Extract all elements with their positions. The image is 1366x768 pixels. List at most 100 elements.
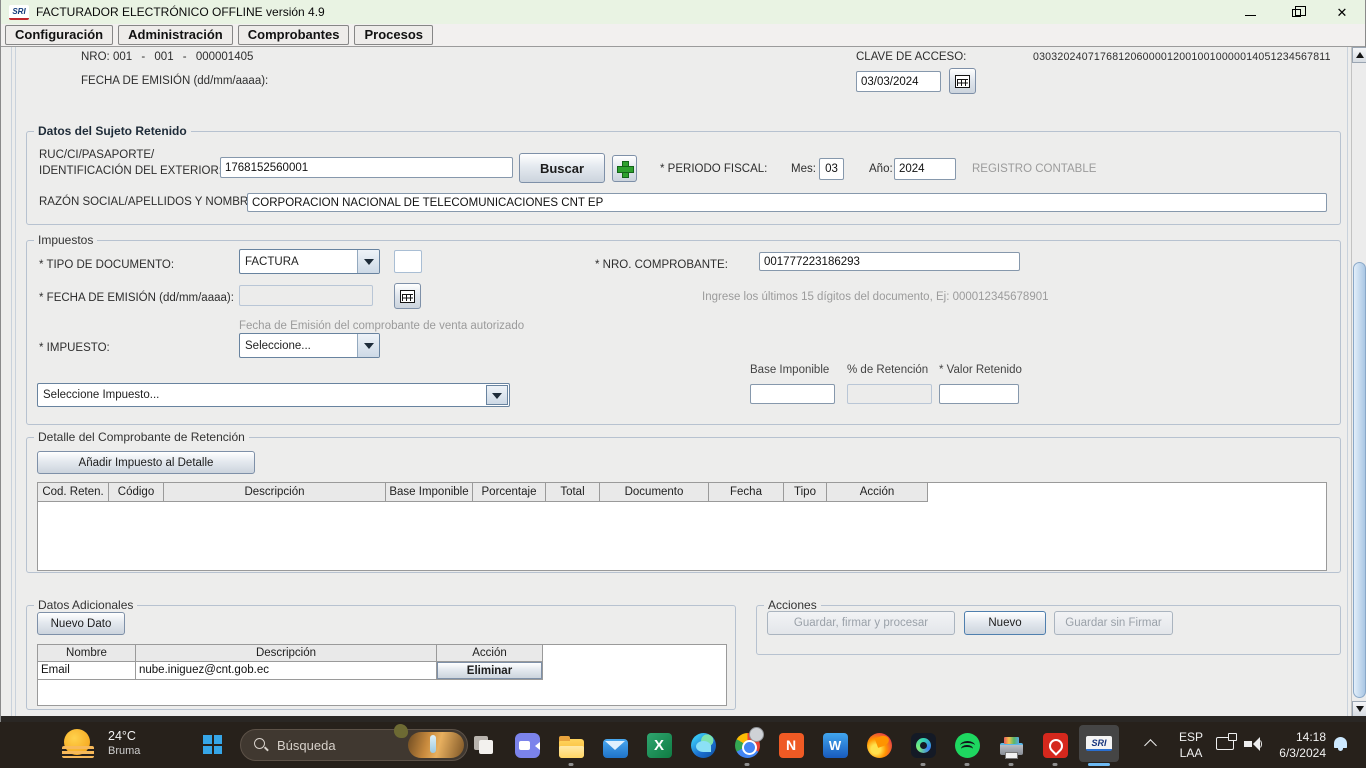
running-indicator (921, 763, 926, 766)
nro-comprobante-input[interactable] (759, 252, 1020, 271)
adicionales-col-descripcion[interactable]: Descripción (136, 645, 437, 662)
network-icon[interactable] (1216, 737, 1234, 750)
mes-input[interactable] (819, 158, 844, 180)
weather-widget[interactable]: 24°C Bruma (60, 726, 140, 762)
detalle-col-tipo[interactable]: Tipo (784, 483, 827, 502)
running-indicator (965, 763, 970, 766)
razon-social-input[interactable] (247, 193, 1327, 212)
group-title: Detalle del Comprobante de Retención (34, 430, 249, 444)
panel-edge-line (11, 47, 12, 716)
detalle-col-fecha[interactable]: Fecha (709, 483, 784, 502)
detalle-col-cod-reten[interactable]: Cod. Reten. (38, 483, 109, 502)
arrow-down-icon (1356, 706, 1364, 716)
clave-acceso-value: 0303202407176812060000120010010000014051… (1033, 51, 1331, 63)
panel-edge-line (15, 47, 16, 716)
notification-bell-icon[interactable] (1334, 737, 1347, 748)
restore-icon (1292, 9, 1301, 17)
calendar-icon (955, 75, 970, 88)
task-view-icon[interactable] (461, 722, 505, 768)
detalle-col-codigo[interactable]: Código (109, 483, 164, 502)
nuevo-dato-button[interactable]: Nuevo Dato (37, 612, 125, 635)
acrobat-glyph (1043, 733, 1068, 758)
sri-icon[interactable]: SRI (1077, 722, 1121, 768)
fecha-emision-input[interactable] (856, 71, 941, 92)
acrobat-icon[interactable] (1033, 722, 1077, 768)
scrollbar-thumb[interactable] (1353, 262, 1366, 698)
file-explorer-icon[interactable] (549, 722, 593, 768)
running-indicator (745, 763, 750, 766)
add-sujeto-button[interactable] (612, 155, 637, 182)
detalle-col-porcentaje[interactable]: Porcentaje (473, 483, 546, 502)
menu-item-procesos[interactable]: Procesos (354, 25, 433, 45)
detalle-col-descripcion[interactable]: Descripción (164, 483, 386, 502)
webex-icon[interactable] (901, 722, 945, 768)
fecha-emision-doc-input (239, 285, 373, 306)
adicionales-col-nombre[interactable]: Nombre (38, 645, 136, 662)
sri-logo-icon: SRI (9, 5, 29, 20)
detalle-col-total[interactable]: Total (546, 483, 600, 502)
scroll-up-button[interactable] (1352, 47, 1366, 63)
vertical-scrollbar[interactable] (1351, 47, 1366, 717)
chrome-icon[interactable] (725, 722, 769, 768)
volume-icon[interactable] (1244, 737, 1260, 751)
spotify-icon[interactable] (945, 722, 989, 768)
detalle-col-base-imponible[interactable]: Base Imponible (386, 483, 473, 502)
anio-input[interactable] (894, 158, 956, 180)
nitro-pdf-icon[interactable] (769, 722, 813, 768)
impuesto-label: * IMPUESTO: (39, 342, 110, 354)
nuevo-button[interactable]: Nuevo (964, 611, 1046, 635)
clock[interactable]: 14:18 6/3/2024 (1266, 729, 1326, 761)
start-button[interactable] (203, 735, 222, 754)
chevron-down-icon (486, 385, 508, 405)
chevron-down-icon (357, 334, 379, 357)
row-nombre[interactable]: Email (38, 662, 136, 680)
detalle-table-header: Cod. Reten.CódigoDescripciónBase Imponib… (38, 483, 1326, 502)
tray-expand-icon[interactable] (1144, 739, 1157, 752)
tipo-documento-select[interactable]: FACTURA (239, 249, 380, 274)
ruc-input[interactable] (220, 157, 513, 178)
detalle-col-documento[interactable]: Documento (600, 483, 709, 502)
minimize-button[interactable] (1227, 0, 1273, 24)
edge-icon[interactable] (681, 722, 725, 768)
printer-icon[interactable] (989, 722, 1033, 768)
fecha-emision-doc-label: * FECHA DE EMISIÓN (dd/mm/aaaa): (39, 292, 234, 304)
language-indicator[interactable]: ESP LAA (1172, 729, 1210, 761)
nro-label: NRO: (81, 51, 110, 63)
search-box[interactable]: Búsqueda (240, 729, 468, 761)
mail-icon[interactable] (593, 722, 637, 768)
chat-icon[interactable] (505, 722, 549, 768)
word-icon[interactable] (813, 722, 857, 768)
weather-temperature: 24°C (108, 729, 140, 745)
title-bar: SRI FACTURADOR ELECTRÓNICO OFFLINE versi… (1, 0, 1365, 24)
printer-glyph (999, 737, 1024, 758)
anadir-impuesto-button[interactable]: Añadir Impuesto al Detalle (37, 451, 255, 474)
nro-comprobante-hint: Ingrese los últimos 15 dígitos del docum… (702, 291, 1049, 303)
document-code-box[interactable] (394, 250, 422, 273)
impuesto-detalle-select[interactable]: Seleccione Impuesto... (37, 383, 510, 407)
menu-item-configuracion[interactable]: Configuración (5, 25, 113, 45)
eliminar-button[interactable]: Eliminar (437, 662, 542, 679)
detalle-col-accion[interactable]: Acción (827, 483, 928, 502)
menu-item-administracion[interactable]: Administración (118, 25, 233, 45)
adicionales-col-accion[interactable]: Acción (437, 645, 543, 662)
group-detalle: Detalle del Comprobante de Retención Aña… (26, 437, 1341, 573)
impuesto-value: Seleccione... (240, 334, 357, 357)
firefox-icon[interactable] (857, 722, 901, 768)
valor-retenido-input[interactable] (939, 384, 1019, 404)
scroll-down-button[interactable] (1352, 701, 1366, 717)
periodo-fiscal-label: * PERIODO FISCAL: (660, 163, 767, 175)
base-imponible-input[interactable] (750, 384, 835, 404)
impuesto-select[interactable]: Seleccione... (239, 333, 380, 358)
buscar-button[interactable]: Buscar (519, 153, 605, 183)
search-image-decoration (394, 724, 408, 738)
spotify-glyph (955, 733, 980, 758)
menu-item-comprobantes[interactable]: Comprobantes (238, 25, 350, 45)
excel-icon[interactable] (637, 722, 681, 768)
row-descripcion[interactable]: nube.iniguez@cnt.gob.ec (136, 662, 437, 680)
close-button[interactable]: ✕ (1319, 0, 1365, 24)
tipo-documento-value: FACTURA (240, 250, 357, 273)
calendar-button[interactable] (394, 283, 421, 309)
calendar-button[interactable] (949, 68, 976, 94)
restore-button[interactable] (1273, 0, 1319, 24)
arrow-up-icon (1356, 48, 1364, 58)
